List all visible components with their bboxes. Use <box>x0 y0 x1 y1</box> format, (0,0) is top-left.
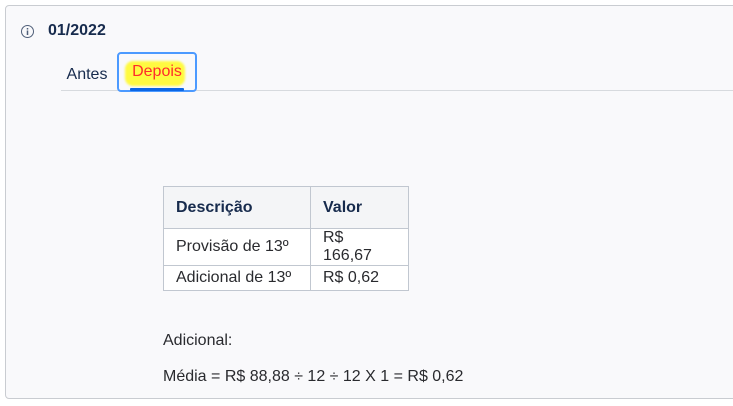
panel-title: 01/2022 <box>48 22 106 39</box>
adicional-label: Adicional: <box>163 332 233 349</box>
table-row: Provisão de 13º R$ 166,67 <box>163 228 409 266</box>
table-cell: Adicional de 13º <box>163 265 311 291</box>
info-icon <box>21 24 34 38</box>
table-cell: R$ 166,67 <box>310 228 409 266</box>
column-header-descricao: Descrição <box>163 186 311 229</box>
table-cell: R$ 0,62 <box>310 265 409 291</box>
active-tab-indicator <box>130 88 184 91</box>
table-cell: Provisão de 13º <box>163 228 311 266</box>
values-table: Descrição Valor Provisão de 13º R$ 166,6… <box>163 186 409 291</box>
tab-depois[interactable]: Depois <box>117 52 197 92</box>
column-header-valor: Valor <box>310 186 409 229</box>
panel-header[interactable]: 01/2022 <box>21 21 106 41</box>
media-formula: Média = R$ 88,88 ÷ 12 ÷ 12 X 1 = R$ 0,62 <box>163 368 464 385</box>
tab-antes[interactable]: Antes <box>58 58 116 91</box>
tab-depois-label: Depois <box>132 63 182 80</box>
tab-antes-label: Antes <box>66 65 108 83</box>
table-row: Adicional de 13º R$ 0,62 <box>163 265 409 291</box>
table-header-row: Descrição Valor <box>163 186 409 229</box>
expandable-panel: 01/2022 Antes Depois Descrição Valor Pro… <box>5 5 733 399</box>
